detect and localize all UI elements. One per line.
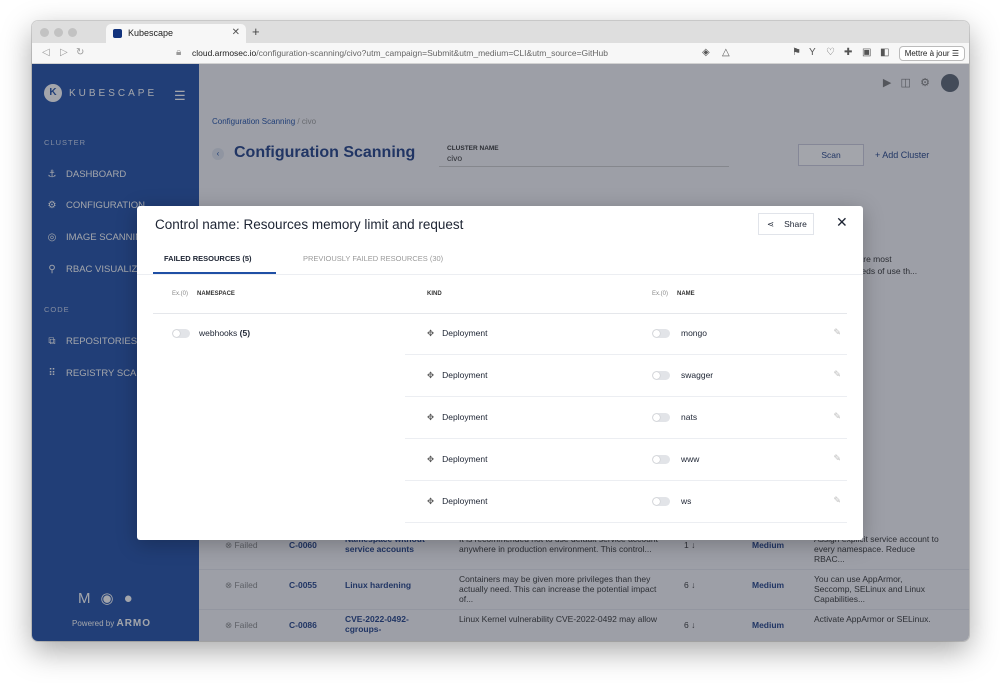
browser-tabbar: Kubescape ✕ +: [32, 21, 969, 43]
namespace-row: webhooks (5): [172, 328, 251, 339]
resource-name-row: ws ✎: [630, 481, 847, 523]
resource-name-row: nats ✎: [630, 397, 847, 439]
minimize-window-button[interactable]: [54, 28, 63, 37]
resource-name-row: www ✎: [630, 439, 847, 481]
forward-icon[interactable]: ▷: [60, 47, 68, 58]
exceptions-count: Ex.(0): [172, 291, 189, 297]
resource-name-row: swagger ✎: [630, 355, 847, 397]
resource-kind-row: ✥ Deployment: [405, 397, 630, 439]
exceptions-count: Ex.(0): [652, 291, 669, 297]
deployment-icon: ✥: [427, 328, 435, 338]
resource-exception-toggle[interactable]: [652, 497, 670, 507]
share-icon: ⋖: [767, 219, 775, 229]
deployment-icon: ✥: [427, 496, 435, 506]
resource-name: mongo: [681, 328, 707, 338]
namespace-count: (5): [239, 328, 251, 338]
browser-update-button[interactable]: Mettre à jour ☰: [898, 46, 965, 61]
resource-kind: Deployment: [442, 412, 488, 422]
vpn-icon[interactable]: Y: [809, 47, 816, 58]
resource-kind: Deployment: [442, 370, 488, 380]
fix-wrench-icon[interactable]: ✎: [833, 453, 841, 464]
tab-divider: [137, 274, 863, 275]
close-icon[interactable]: ✕: [836, 214, 848, 231]
browser-tab-kubescape[interactable]: Kubescape ✕: [106, 24, 246, 43]
sidebar-toggle-icon[interactable]: ◧: [880, 47, 889, 58]
close-window-button[interactable]: [40, 28, 49, 37]
fix-wrench-icon[interactable]: ✎: [833, 411, 841, 422]
resource-kind-row: ✥ Deployment: [405, 313, 630, 355]
fix-wrench-icon[interactable]: ✎: [833, 369, 841, 380]
deployment-icon: ✥: [427, 412, 435, 422]
resource-kind: Deployment: [442, 328, 488, 338]
zoom-window-button[interactable]: [68, 28, 77, 37]
deployment-icon: ✥: [427, 370, 435, 380]
resource-exception-toggle[interactable]: [652, 413, 670, 423]
brave-rewards-icon[interactable]: △: [722, 47, 730, 58]
resource-kind: Deployment: [442, 454, 488, 464]
tab-previously-failed[interactable]: PREVIOUSLY FAILED RESOURCES (30): [303, 254, 443, 263]
url-host: cloud.armosec.io: [192, 48, 257, 58]
namespace-column-label: NAMESPACE: [197, 291, 235, 297]
resource-kind: Deployment: [442, 496, 488, 506]
new-tab-button[interactable]: +: [252, 24, 260, 39]
update-label: Mettre à jour: [904, 49, 950, 58]
share-button[interactable]: ⋖ Share: [758, 213, 814, 235]
namespace-exception-toggle[interactable]: [172, 329, 190, 339]
browser-window: Kubescape ✕ + ◁ ▷ ↻ 🔒︎ cloud.armosec.io/…: [32, 21, 969, 641]
resource-name: www: [681, 454, 700, 464]
app: K KUBESCAPE ☰ CLUSTER ⚓︎ DASHBOARD ⚙︎ CONFI…: [32, 64, 969, 641]
modal-title: Control name: Resources memory limit and…: [155, 217, 464, 232]
url-field[interactable]: cloud.armosec.io/configuration-scanning/…: [192, 48, 608, 58]
lock-icon: 🔒︎: [176, 47, 182, 58]
namespace-name: webhooks: [199, 328, 238, 338]
resource-kind-row: ✥ Deployment: [405, 439, 630, 481]
control-details-modal: Control name: Resources memory limit and…: [137, 206, 863, 540]
brave-shield-icon[interactable]: ◈: [702, 47, 710, 58]
bookmark-icon[interactable]: ♡: [826, 47, 835, 58]
extensions-puzzle-icon[interactable]: ✚: [844, 47, 852, 58]
url-path: /configuration-scanning/civo?utm_campaig…: [256, 48, 609, 58]
kubescape-favicon-icon: [113, 29, 122, 38]
wallet-icon[interactable]: ▣: [862, 47, 871, 58]
share-label: Share: [784, 219, 807, 229]
address-bar: ◁ ▷ ↻ 🔒︎ cloud.armosec.io/configuration-…: [32, 43, 969, 64]
kind-header: KIND: [427, 291, 442, 297]
name-header: Ex.(0) NAME: [652, 291, 695, 297]
resource-exception-toggle[interactable]: [652, 329, 670, 339]
namespace-header: Ex.(0) NAMESPACE: [172, 291, 235, 297]
name-column-label: NAME: [677, 291, 695, 297]
resource-exception-toggle[interactable]: [652, 371, 670, 381]
tab-failed-resources[interactable]: FAILED RESOURCES (5): [164, 254, 252, 263]
tab-close-icon[interactable]: ✕: [232, 27, 240, 38]
fix-wrench-icon[interactable]: ✎: [833, 495, 841, 506]
resource-name: swagger: [681, 370, 714, 380]
back-icon[interactable]: ◁: [42, 47, 50, 58]
resource-name: nats: [681, 412, 698, 422]
reload-icon[interactable]: ↻: [76, 47, 84, 58]
resource-kind-row: ✥ Deployment: [405, 481, 630, 523]
resource-name-row: mongo ✎: [630, 313, 847, 355]
deployment-icon: ✥: [427, 454, 435, 464]
resource-name: ws: [681, 496, 692, 506]
resource-exception-toggle[interactable]: [652, 455, 670, 465]
tab-title: Kubescape: [128, 28, 174, 38]
fix-wrench-icon[interactable]: ✎: [833, 327, 841, 338]
resource-kind-row: ✥ Deployment: [405, 355, 630, 397]
extension-icon[interactable]: ⚑: [792, 47, 801, 58]
